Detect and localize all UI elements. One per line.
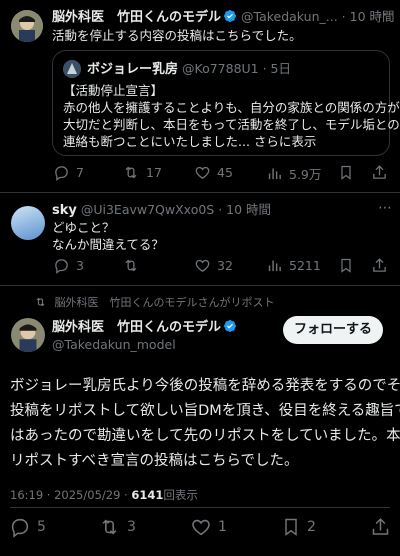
repost-button[interactable]: 3 xyxy=(98,516,136,538)
like-count: 45 xyxy=(217,165,233,180)
share-icon xyxy=(372,518,389,535)
reply-count: 3 xyxy=(76,258,84,273)
main-line-3: はあったので勘違いをして先のリポストをしていました。本来 xyxy=(10,428,400,444)
views-count: 5211 xyxy=(289,258,321,273)
repost-icon xyxy=(36,297,45,307)
reply-handle[interactable]: @Ui3Eavw7QwXxo0S · 10 時間 xyxy=(81,202,271,217)
main-timestamp[interactable]: 16:19 · 2025/05/29 · xyxy=(10,488,131,502)
main-line-4: リポストすべき宣言の投稿はこちらでした。 xyxy=(10,453,299,469)
verified-icon xyxy=(224,10,236,22)
like-count: 1 xyxy=(218,519,227,535)
bookmark-button[interactable]: 2 xyxy=(281,516,316,538)
verified-icon xyxy=(224,320,236,332)
main-line-2: 投稿をリポストして欲しい旨DMを頂き、役目を終える趣旨で xyxy=(10,403,400,419)
reply-button[interactable]: 7 xyxy=(53,164,84,181)
bookmark-button[interactable] xyxy=(338,164,354,181)
quote-line-4: 連絡も断つことにいたしました... さらに表示 xyxy=(63,134,317,149)
bookmark-icon xyxy=(341,258,351,273)
share-button[interactable] xyxy=(371,257,388,274)
reply-icon xyxy=(55,166,68,181)
more-icon[interactable]: ⋯ xyxy=(378,200,392,216)
repost-icon xyxy=(102,519,117,535)
bookmark-icon xyxy=(341,165,351,180)
repost-icon xyxy=(125,166,137,179)
views-icon xyxy=(268,260,281,272)
quote-line-2: 赤の他人を擁護することよりも、自分の家族との関係の方が xyxy=(63,100,400,115)
like-icon xyxy=(192,519,210,536)
tweet1-handle[interactable]: @Takedakun_... xyxy=(241,9,338,24)
more-icon[interactable]: ⋯ xyxy=(378,7,392,23)
tweet1-header: 脳外科医 竹田くんのモデル @Takedakun_... · 10 時間 xyxy=(52,8,395,27)
tweet1-author-name[interactable]: 脳外科医 竹田くんのモデル xyxy=(52,10,221,25)
avatar-sky[interactable] xyxy=(11,206,45,240)
quote-author-name: ボジョレー乳房 xyxy=(87,62,179,77)
views-icon xyxy=(268,168,281,180)
reply-count: 7 xyxy=(76,165,84,180)
repost-button[interactable]: 17 xyxy=(122,164,162,181)
like-icon xyxy=(195,259,210,272)
tweet1-text: 活動を停止する内容の投稿はこちらでした。 xyxy=(52,28,302,43)
main-views-count: 6141 xyxy=(131,488,164,502)
views-button[interactable]: 5.9万 xyxy=(266,164,321,183)
bookmark-button[interactable] xyxy=(338,257,354,274)
like-count: 32 xyxy=(217,258,233,273)
bookmark-icon xyxy=(285,518,297,536)
divider-3 xyxy=(10,507,390,508)
follow-button[interactable]: フォローする xyxy=(283,316,383,344)
repost-count: 3 xyxy=(127,519,136,535)
share-button[interactable] xyxy=(371,164,388,181)
repost-count: 17 xyxy=(146,165,162,180)
views-button[interactable]: 5211 xyxy=(266,257,321,274)
quote-line-1: 【活動停止宣言】 xyxy=(63,83,164,98)
repost-icon xyxy=(125,259,137,272)
repost-banner-text[interactable]: 脳外科医 竹田くんのモデルさんがリポスト xyxy=(55,296,275,309)
main-views-label: 回表示 xyxy=(163,488,198,502)
divider-2 xyxy=(0,285,400,286)
reply-icon xyxy=(11,518,29,538)
reply-line-2: なんか間違えてる？ xyxy=(52,237,164,252)
main-author-name[interactable]: 脳外科医 竹田くんのモデル xyxy=(52,320,221,335)
avatar-takeda[interactable] xyxy=(11,318,45,352)
like-button[interactable]: 32 xyxy=(194,257,233,274)
bookmark-count: 2 xyxy=(307,519,316,535)
reply-button[interactable]: 3 xyxy=(53,257,84,274)
avatar-takeda[interactable] xyxy=(11,10,43,42)
reply-line-1: どゆこと？ xyxy=(52,220,115,235)
like-button[interactable]: 1 xyxy=(190,516,227,538)
share-icon xyxy=(373,258,386,272)
reply-author-name[interactable]: sky xyxy=(52,203,77,218)
quote-avatar xyxy=(63,60,81,78)
quote-line-3: 大切だと判断し、本日をもって活動を終了し、モデル垢との xyxy=(63,117,400,132)
main-handle[interactable]: @Takedakun_model xyxy=(52,336,176,354)
reply-count: 5 xyxy=(37,519,46,535)
reply-button[interactable]: 5 xyxy=(9,516,46,538)
views-count: 5.9万 xyxy=(289,167,322,182)
divider-1 xyxy=(0,192,400,193)
repost-banner: 脳外科医 竹田くんのモデルさんがリポスト xyxy=(34,294,275,310)
share-button[interactable] xyxy=(370,516,391,538)
like-button[interactable]: 45 xyxy=(194,164,233,181)
like-icon xyxy=(195,166,210,179)
repost-button[interactable] xyxy=(122,257,146,274)
reply-icon xyxy=(55,259,68,274)
main-meta: 16:19 · 2025/05/29 · 6141回表示 xyxy=(10,487,198,503)
main-line-1: ボジョレー乳房氏より今後の投稿を辞める発表をするのでその xyxy=(10,378,400,394)
quote-handle: @Ko7788U1 · 5日 xyxy=(182,61,292,76)
share-icon xyxy=(373,165,386,179)
